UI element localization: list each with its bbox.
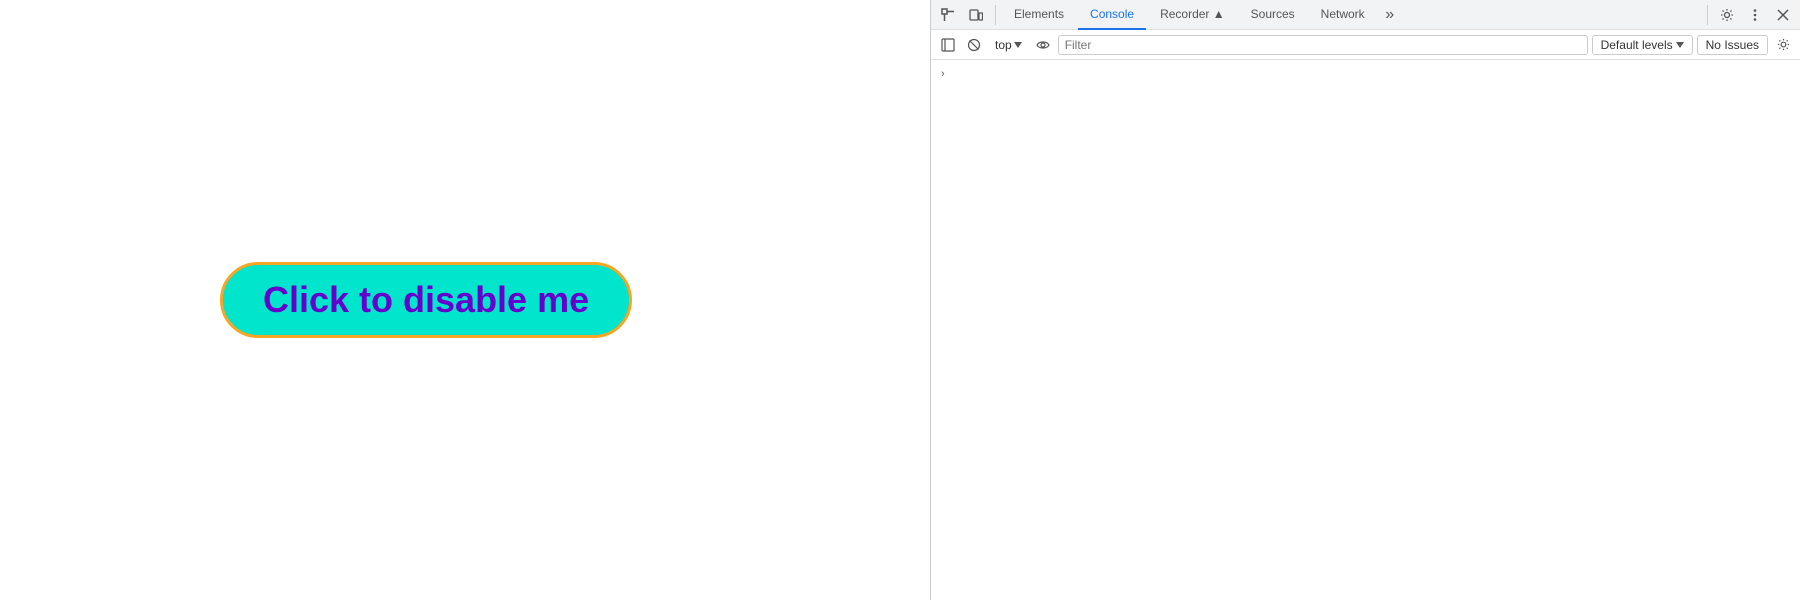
- device-toolbar-icon[interactable]: [963, 2, 989, 28]
- tab-console[interactable]: Console: [1078, 0, 1146, 30]
- more-options-icon[interactable]: [1742, 2, 1768, 28]
- no-issues-button[interactable]: No Issues: [1697, 35, 1768, 55]
- context-selector[interactable]: top: [989, 36, 1028, 54]
- settings-icon[interactable]: [1714, 2, 1740, 28]
- disable-me-button[interactable]: Click to disable me: [220, 262, 632, 338]
- clear-console-icon[interactable]: [963, 34, 985, 56]
- page-area: Click to disable me: [0, 0, 930, 600]
- console-expand-icon[interactable]: ›: [939, 64, 1792, 84]
- devtools-panel: Elements Console Recorder ▲ Sources Netw…: [930, 0, 1800, 600]
- tab-recorder[interactable]: Recorder ▲: [1148, 0, 1237, 30]
- console-content: ›: [931, 60, 1800, 600]
- console-sidebar-icon[interactable]: [937, 34, 959, 56]
- tab-sources[interactable]: Sources: [1239, 0, 1307, 30]
- devtools-toolbar: Elements Console Recorder ▲ Sources Netw…: [931, 0, 1800, 30]
- devtools-right-icons: [1703, 2, 1796, 28]
- inspect-element-icon[interactable]: [935, 2, 961, 28]
- tab-elements[interactable]: Elements: [1002, 0, 1076, 30]
- toolbar-separator-1: [995, 5, 996, 25]
- close-devtools-icon[interactable]: [1770, 2, 1796, 28]
- console-filter-input[interactable]: [1058, 35, 1588, 55]
- tab-network[interactable]: Network: [1309, 0, 1377, 30]
- more-tabs-button[interactable]: »: [1379, 4, 1401, 26]
- toolbar-separator-2: [1707, 5, 1708, 25]
- console-settings-icon[interactable]: [1772, 34, 1794, 56]
- console-secondary-bar: top Default levels No Issues: [931, 30, 1800, 60]
- live-expressions-icon[interactable]: [1032, 34, 1054, 56]
- log-levels-button[interactable]: Default levels: [1592, 35, 1693, 55]
